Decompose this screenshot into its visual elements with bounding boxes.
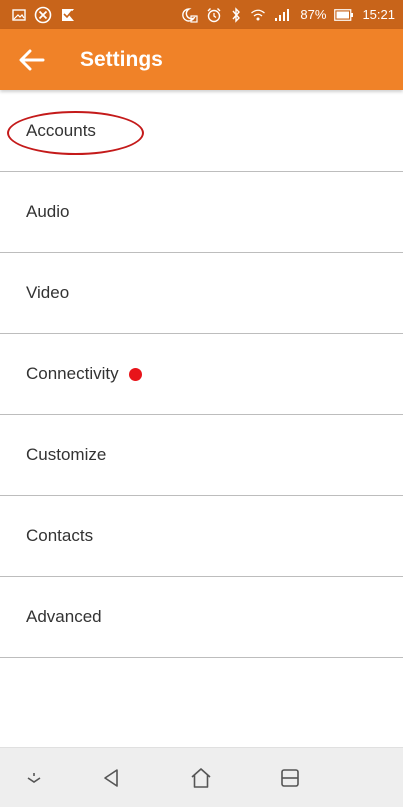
settings-item-label: Video bbox=[26, 283, 70, 302]
arrow-left-icon bbox=[19, 49, 45, 71]
battery-percent: 87% bbox=[300, 7, 327, 22]
home-icon bbox=[190, 767, 212, 789]
back-icon bbox=[102, 768, 122, 788]
nav-back-button[interactable] bbox=[92, 762, 132, 794]
hide-nav-button[interactable] bbox=[14, 762, 54, 794]
settings-list: Accounts Audio Video Connectivity Custom… bbox=[0, 90, 403, 658]
notification-dot bbox=[128, 367, 142, 381]
alarm-icon bbox=[206, 7, 222, 23]
hide-icon bbox=[24, 770, 44, 786]
image-icon bbox=[12, 8, 26, 21]
app-bar: Settings bbox=[0, 29, 403, 90]
do-not-disturb-icon bbox=[180, 7, 199, 23]
settings-item-label: Customize bbox=[26, 445, 107, 464]
settings-item-audio[interactable]: Audio bbox=[0, 172, 403, 253]
settings-item-label: Connectivity bbox=[26, 364, 119, 383]
home-button[interactable] bbox=[181, 762, 221, 794]
settings-item-label: Accounts bbox=[26, 120, 96, 140]
recents-button[interactable] bbox=[270, 762, 310, 794]
settings-item-contacts[interactable]: Contacts bbox=[0, 496, 403, 577]
settings-item-video[interactable]: Video bbox=[0, 253, 403, 334]
settings-item-label: Advanced bbox=[26, 607, 102, 626]
status-bar: 87% 15:21 bbox=[0, 0, 403, 29]
settings-item-accounts[interactable]: Accounts bbox=[0, 90, 403, 172]
app-notification-icon bbox=[60, 7, 76, 23]
settings-item-connectivity[interactable]: Connectivity bbox=[0, 334, 403, 415]
status-left bbox=[12, 6, 76, 24]
clock: 15:21 bbox=[362, 7, 395, 22]
signal-icon bbox=[274, 8, 292, 22]
recents-icon bbox=[280, 768, 300, 788]
settings-item-label: Contacts bbox=[26, 526, 94, 545]
navigation-bar bbox=[0, 747, 403, 807]
wifi-icon bbox=[250, 8, 266, 22]
close-circle-icon bbox=[34, 6, 52, 24]
settings-item-label: Audio bbox=[26, 202, 70, 221]
settings-item-customize[interactable]: Customize bbox=[0, 415, 403, 496]
settings-item-advanced[interactable]: Advanced bbox=[0, 577, 403, 658]
battery-icon bbox=[334, 8, 354, 21]
bluetooth-icon bbox=[230, 6, 242, 23]
back-button[interactable] bbox=[0, 29, 64, 90]
status-right: 87% 15:21 bbox=[180, 6, 395, 23]
page-title: Settings bbox=[80, 47, 163, 71]
